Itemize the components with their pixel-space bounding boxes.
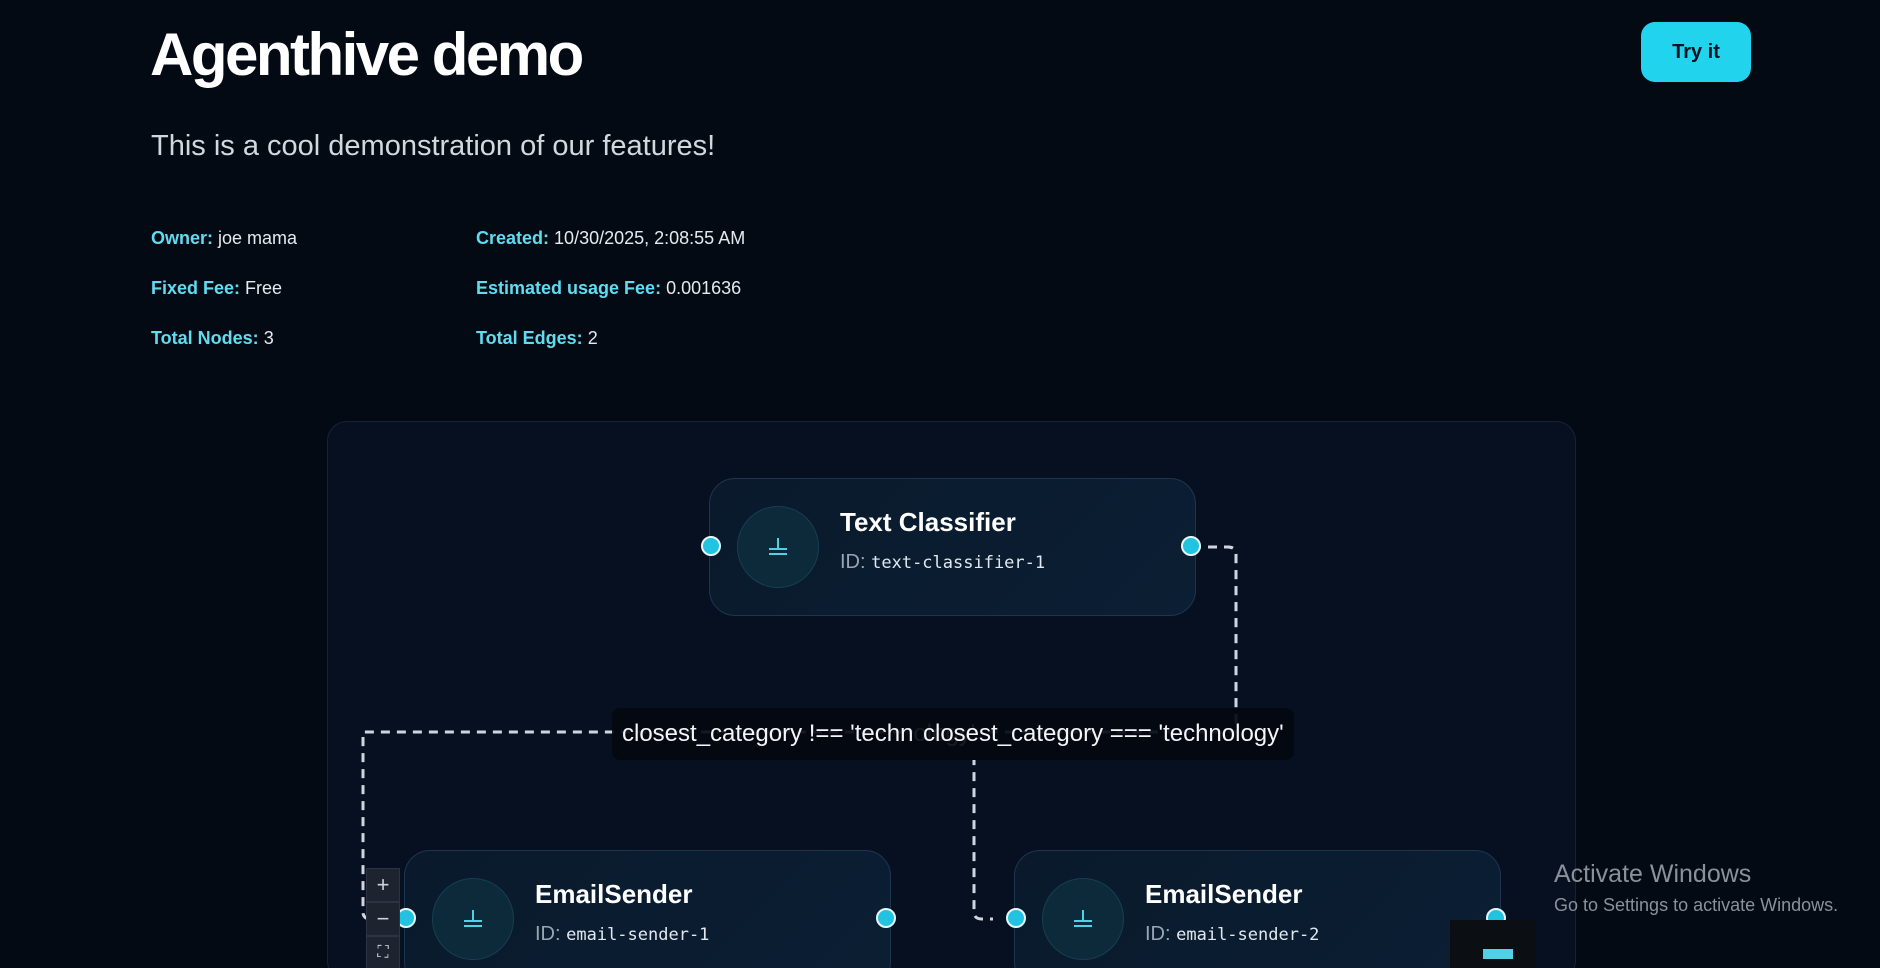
total-nodes-value: 3 <box>263 328 274 348</box>
zoom-out-button[interactable]: − <box>366 902 400 936</box>
meta-created: Created: 10/30/2025, 2:08:55 AM <box>476 228 745 250</box>
page-title: Agenthive demo <box>150 21 584 88</box>
node-title: EmailSender <box>1145 879 1303 909</box>
input-handle[interactable] <box>701 536 721 556</box>
try-it-button[interactable]: Try it <box>1641 22 1751 82</box>
ground-symbol-icon <box>464 910 482 927</box>
created-value: 10/30/2025, 2:08:55 AM <box>554 228 746 248</box>
node-title: Text Classifier <box>840 507 1016 537</box>
meta-total-nodes: Total Nodes: 3 <box>151 328 274 350</box>
usage-fee-label: Estimated usage Fee: <box>476 278 662 298</box>
minimap[interactable] <box>1450 920 1536 968</box>
output-handle[interactable] <box>876 908 896 928</box>
owner-label: Owner: <box>151 228 214 248</box>
fixed-fee-label: Fixed Fee: <box>151 278 241 298</box>
node-id: ID: email-sender-2 <box>1145 923 1319 946</box>
output-handle[interactable] <box>1181 536 1201 556</box>
input-handle[interactable] <box>1006 908 1026 928</box>
meta-total-edges: Total Edges: 2 <box>476 328 598 350</box>
meta-fixed-fee: Fixed Fee: Free <box>151 278 282 300</box>
watermark-title: Activate Windows <box>1554 860 1752 888</box>
node-icon-container <box>432 878 514 960</box>
node-id-value: email-sender-1 <box>566 925 710 945</box>
node-id-value: text-classifier-1 <box>871 553 1046 573</box>
node-id: ID: email-sender-1 <box>535 923 709 946</box>
owner-value: joe mama <box>218 228 298 248</box>
windows-activation-watermark: Activate Windows Go to Settings to activ… <box>1554 860 1838 916</box>
zoom-in-button[interactable]: + <box>366 868 400 902</box>
node-email-sender-1[interactable]: EmailSender ID: email-sender-1 <box>404 850 891 968</box>
node-email-sender-2[interactable]: EmailSender ID: email-sender-2 <box>1014 850 1501 968</box>
meta-owner: Owner: joe mama <box>151 228 297 250</box>
minimap-node <box>1483 949 1513 959</box>
node-id-label: ID: <box>535 923 561 945</box>
node-text-classifier[interactable]: Text Classifier ID: text-classifier-1 <box>709 478 1196 616</box>
node-icon-container <box>1042 878 1124 960</box>
page-subtitle: This is a cool demonstration of our feat… <box>151 130 716 162</box>
fixed-fee-value: Free <box>245 278 283 298</box>
total-edges-value: 2 <box>587 328 598 348</box>
node-id-label: ID: <box>1145 923 1171 945</box>
total-nodes-label: Total Nodes: <box>151 328 259 348</box>
watermark-subtitle: Go to Settings to activate Windows. <box>1554 895 1839 915</box>
created-label: Created: <box>476 228 550 248</box>
node-id-label: ID: <box>840 551 866 573</box>
usage-fee-value: 0.001636 <box>666 278 742 298</box>
total-edges-label: Total Edges: <box>476 328 583 348</box>
edge-label-technology[interactable]: closest_category === 'technology' <box>913 708 1294 760</box>
ground-symbol-icon <box>1074 910 1092 927</box>
node-icon-container <box>737 506 819 588</box>
node-id-value: email-sender-2 <box>1176 925 1320 945</box>
flow-canvas[interactable]: Text Classifier ID: text-classifier-1 Em… <box>327 421 1576 968</box>
fit-view-icon[interactable]: ⛶ <box>366 936 400 968</box>
node-title: EmailSender <box>535 879 693 909</box>
ground-symbol-icon <box>769 538 787 555</box>
node-id: ID: text-classifier-1 <box>840 551 1045 574</box>
meta-usage-fee: Estimated usage Fee: 0.001636 <box>476 278 741 300</box>
